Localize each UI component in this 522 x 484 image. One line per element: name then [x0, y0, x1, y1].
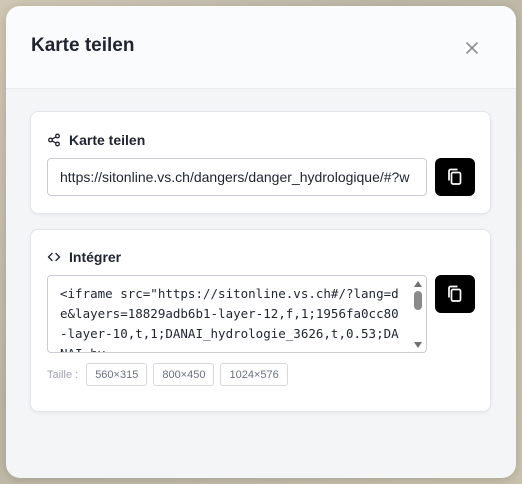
embed-size-options: Taille : 560×315 800×450 1024×576	[47, 363, 288, 386]
embed-code-text: <iframe src="https://sitonline.vs.ch#/?l…	[60, 286, 399, 352]
copy-icon	[448, 168, 462, 185]
copy-embed-button[interactable]	[435, 275, 475, 313]
close-button[interactable]	[461, 37, 483, 59]
size-option-800x450[interactable]: 800×450	[153, 363, 215, 386]
close-icon	[466, 42, 478, 54]
size-label: Taille :	[47, 368, 79, 381]
share-card-header: Karte teilen	[47, 132, 145, 148]
share-icon	[48, 133, 60, 147]
scroll-down-arrow-icon[interactable]	[414, 342, 422, 348]
scroll-thumb[interactable]	[414, 291, 422, 310]
copy-icon	[448, 285, 462, 302]
copy-url-button[interactable]	[435, 158, 475, 196]
share-map-dialog: Karte teilen Karte teilen https://sitonl…	[6, 6, 516, 478]
share-card-title: Karte teilen	[69, 132, 146, 148]
share-link-card: Karte teilen https://sitonline.vs.ch/dan…	[30, 111, 491, 214]
embed-card-title: Intégrer	[69, 249, 122, 265]
embed-card-header: Intégrer	[47, 249, 121, 265]
embed-scrollbar[interactable]	[410, 276, 426, 352]
share-url-field[interactable]: https://sitonline.vs.ch/dangers/danger_h…	[47, 158, 427, 196]
embed-code-textarea[interactable]: <iframe src="https://sitonline.vs.ch#/?l…	[47, 275, 427, 353]
dialog-header: Karte teilen	[6, 6, 516, 89]
code-icon	[47, 252, 61, 262]
size-option-1024x576[interactable]: 1024×576	[220, 363, 288, 386]
size-option-560x315[interactable]: 560×315	[86, 363, 148, 386]
scroll-up-arrow-icon[interactable]	[414, 281, 422, 287]
embed-card: Intégrer <iframe src="https://sitonline.…	[30, 229, 491, 412]
dialog-title: Karte teilen	[31, 35, 135, 56]
